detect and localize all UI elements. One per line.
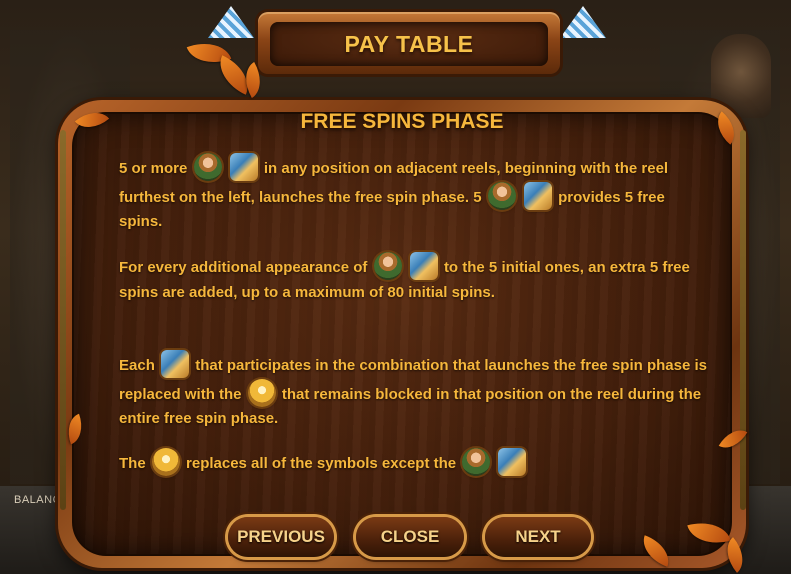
bottles-symbol-icon xyxy=(161,350,190,378)
girl-symbol-icon xyxy=(462,448,491,476)
girl-symbol-icon xyxy=(487,181,516,210)
next-button[interactable]: NEXT xyxy=(485,517,591,557)
paragraph-replacement: Each that participates in the combinatio… xyxy=(119,350,709,432)
title-container: PAY TABLE xyxy=(270,22,548,66)
bottles-symbol-icon xyxy=(498,448,527,476)
balance-label: BALANC xyxy=(14,494,62,506)
bottles-symbol-icon xyxy=(523,181,552,210)
girl-symbol-icon xyxy=(373,252,402,280)
section-title: FREE SPINS PHASE xyxy=(300,110,504,133)
paragraph-wild: The replaces all of the symbols except t… xyxy=(119,448,709,477)
page-title: PAY TABLE xyxy=(344,30,474,57)
girl-symbol-icon xyxy=(193,153,222,181)
vine-decoration xyxy=(60,130,66,510)
vine-decoration xyxy=(740,130,746,510)
paragraph-text: 5 or more xyxy=(119,160,188,177)
bottles-symbol-icon xyxy=(229,153,258,181)
paragraph-text: The xyxy=(119,455,146,472)
bottles-symbol-icon xyxy=(409,252,438,280)
paragraph-trigger: 5 or more in any position on adjacent re… xyxy=(119,153,709,235)
previous-button[interactable]: PREVIOUS xyxy=(228,517,334,557)
close-button[interactable]: CLOSE xyxy=(356,517,464,557)
paragraph-text: For every additional appearance of xyxy=(119,259,368,276)
paragraph-text: Each xyxy=(119,357,155,374)
beer-mugs-symbol-icon xyxy=(151,448,180,476)
paragraph-text: replaces all of the symbols except the xyxy=(186,455,457,472)
paragraph-additional: For every additional appearance of to th… xyxy=(119,252,709,305)
beer-mugs-symbol-icon xyxy=(247,378,276,407)
